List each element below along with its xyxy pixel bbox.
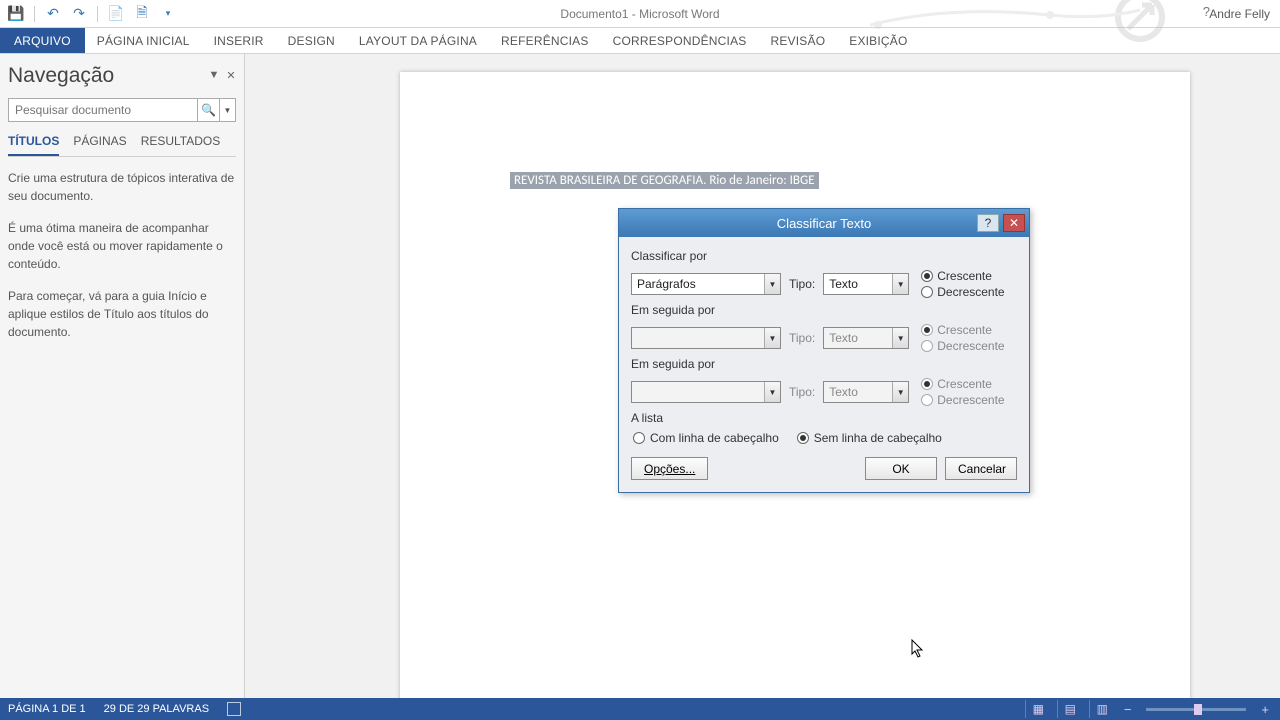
search-dropdown-icon[interactable]: ▼ xyxy=(219,99,235,121)
options-button[interactable]: Opções... xyxy=(631,457,708,480)
quick-access-toolbar: 💾 ↶ ↷ 📄 🗎 ▾ xyxy=(0,4,178,24)
status-bar: PÁGINA 1 DE 1 29 DE 29 PALAVRAS ▦ ▤ ▥ − … xyxy=(0,698,1280,720)
nav-dropdown-icon[interactable]: ▼ xyxy=(207,68,221,82)
asc-radio-1[interactable]: Crescente xyxy=(921,269,1004,283)
tab-file[interactable]: ARQUIVO xyxy=(0,28,85,53)
no-header-radio[interactable]: Sem linha de cabeçalho xyxy=(797,431,942,445)
tab-references[interactable]: REFERÊNCIAS xyxy=(489,28,601,53)
ok-button[interactable]: OK xyxy=(865,457,937,480)
nav-close-icon[interactable]: ✕ xyxy=(224,68,238,82)
chevron-down-icon[interactable]: ▼ xyxy=(892,274,908,294)
nav-tab-headings[interactable]: TÍTULOS xyxy=(8,134,59,156)
desc-radio-1[interactable]: Decrescente xyxy=(921,285,1004,299)
dialog-body: Classificar por Parágrafos▼ Tipo: Texto▼… xyxy=(619,237,1029,492)
type-label-3: Tipo: xyxy=(789,385,815,399)
selected-text[interactable]: REVISTA BRASILEIRA DE GEOGRAFIA. Rio de … xyxy=(510,172,819,189)
dialog-close-icon[interactable]: ✕ xyxy=(1003,214,1025,232)
sort-field-2-combo[interactable]: ▼ xyxy=(631,327,781,349)
touch-mode-icon[interactable]: 📄 xyxy=(106,4,126,24)
sort-row-1: Parágrafos▼ Tipo: Texto▼ Crescente Decre… xyxy=(631,269,1017,299)
undo-icon[interactable]: ↶ xyxy=(43,4,63,24)
chevron-down-icon: ▼ xyxy=(892,328,908,348)
qat-more-icon[interactable]: ▾ xyxy=(158,4,178,24)
workspace: Navegação ▼ ✕ 🔍 ▼ TÍTULOS PÁGINAS RESULT… xyxy=(0,54,1280,698)
window-title: Documento1 - Microsoft Word xyxy=(560,7,719,21)
view-print-icon[interactable]: ▤ xyxy=(1057,700,1083,718)
with-header-radio[interactable]: Com linha de cabeçalho xyxy=(633,431,779,445)
save-icon[interactable]: 💾 xyxy=(6,4,26,24)
nav-pane-controls: ▼ ✕ xyxy=(207,68,238,82)
sort-by-label: Classificar por xyxy=(631,249,1017,263)
nav-tabs: TÍTULOS PÁGINAS RESULTADOS xyxy=(8,134,236,157)
sort-text-dialog: Classificar Texto ? ✕ Classificar por Pa… xyxy=(618,208,1030,493)
tab-home[interactable]: PÁGINA INICIAL xyxy=(85,28,202,53)
user-name[interactable]: Andre Felly xyxy=(1209,7,1270,21)
type-label-1: Tipo: xyxy=(789,277,815,291)
tab-review[interactable]: REVISÃO xyxy=(758,28,837,53)
sort-row-2: ▼ Tipo: Texto▼ Crescente Decrescente xyxy=(631,323,1017,353)
tab-design[interactable]: DESIGN xyxy=(276,28,347,53)
nav-help-text: Crie uma estrutura de tópicos interativa… xyxy=(8,169,236,341)
asc-radio-3: Crescente xyxy=(921,377,1004,391)
sort-type-1-combo[interactable]: Texto▼ xyxy=(823,273,909,295)
nav-search: 🔍 ▼ xyxy=(8,98,236,122)
navigation-pane: Navegação ▼ ✕ 🔍 ▼ TÍTULOS PÁGINAS RESULT… xyxy=(0,54,245,698)
new-doc-icon[interactable]: 🗎 xyxy=(132,4,152,24)
chevron-down-icon: ▼ xyxy=(892,382,908,402)
dialog-titlebar[interactable]: Classificar Texto ? ✕ xyxy=(619,209,1029,237)
nav-tab-results[interactable]: RESULTADOS xyxy=(141,134,221,156)
header-row-options: Com linha de cabeçalho Sem linha de cabe… xyxy=(633,431,1017,445)
sort-type-2-combo: Texto▼ xyxy=(823,327,909,349)
tab-view[interactable]: EXIBIÇÃO xyxy=(837,28,919,53)
search-input[interactable] xyxy=(9,99,197,121)
zoom-out-icon[interactable]: − xyxy=(1121,702,1135,717)
nav-tab-pages[interactable]: PÁGINAS xyxy=(73,134,126,156)
redo-icon[interactable]: ↷ xyxy=(69,4,89,24)
tab-layout[interactable]: LAYOUT DA PÁGINA xyxy=(347,28,489,53)
type-label-2: Tipo: xyxy=(789,331,815,345)
chevron-down-icon: ▼ xyxy=(764,382,780,402)
status-words[interactable]: 29 DE 29 PALAVRAS xyxy=(104,703,209,715)
document-area[interactable]: REVISTA BRASILEIRA DE GEOGRAFIA. Rio de … xyxy=(245,54,1280,698)
sort-field-3-combo: ▼ xyxy=(631,381,781,403)
then-by-label-2: Em seguida por xyxy=(631,357,1017,371)
sort-type-3-combo: Texto▼ xyxy=(823,381,909,403)
dialog-help-icon[interactable]: ? xyxy=(977,214,999,232)
zoom-in-icon[interactable]: + xyxy=(1258,702,1272,717)
zoom-slider[interactable] xyxy=(1146,708,1246,711)
desc-radio-2: Decrescente xyxy=(921,339,1004,353)
sort-field-1-combo[interactable]: Parágrafos▼ xyxy=(631,273,781,295)
proofing-icon[interactable] xyxy=(227,702,241,716)
cancel-button[interactable]: Cancelar xyxy=(945,457,1017,480)
status-right: ▦ ▤ ▥ − + xyxy=(1025,700,1272,718)
sort-row-3: ▼ Tipo: Texto▼ Crescente Decrescente xyxy=(631,377,1017,407)
ribbon-tabs: ARQUIVO PÁGINA INICIAL INSERIR DESIGN LA… xyxy=(0,28,1280,54)
asc-radio-2: Crescente xyxy=(921,323,1004,337)
dialog-buttons: Opções... OK Cancelar xyxy=(631,457,1017,480)
chevron-down-icon[interactable]: ▼ xyxy=(764,274,780,294)
nav-title: Navegação xyxy=(8,64,236,88)
search-icon[interactable]: 🔍 xyxy=(197,99,219,121)
status-page[interactable]: PÁGINA 1 DE 1 xyxy=(8,703,86,715)
view-read-icon[interactable]: ▦ xyxy=(1025,700,1051,718)
tab-mailings[interactable]: CORRESPONDÊNCIAS xyxy=(601,28,759,53)
title-bar: 💾 ↶ ↷ 📄 🗎 ▾ Documento1 - Microsoft Word … xyxy=(0,0,1280,28)
cursor-icon xyxy=(911,639,925,659)
chevron-down-icon[interactable]: ▼ xyxy=(764,328,780,348)
tab-insert[interactable]: INSERIR xyxy=(202,28,276,53)
dialog-title: Classificar Texto xyxy=(777,216,871,231)
then-by-label-1: Em seguida por xyxy=(631,303,1017,317)
list-label: A lista xyxy=(631,411,1017,425)
view-web-icon[interactable]: ▥ xyxy=(1089,700,1115,718)
desc-radio-3: Decrescente xyxy=(921,393,1004,407)
document-page[interactable]: REVISTA BRASILEIRA DE GEOGRAFIA. Rio de … xyxy=(400,72,1190,698)
